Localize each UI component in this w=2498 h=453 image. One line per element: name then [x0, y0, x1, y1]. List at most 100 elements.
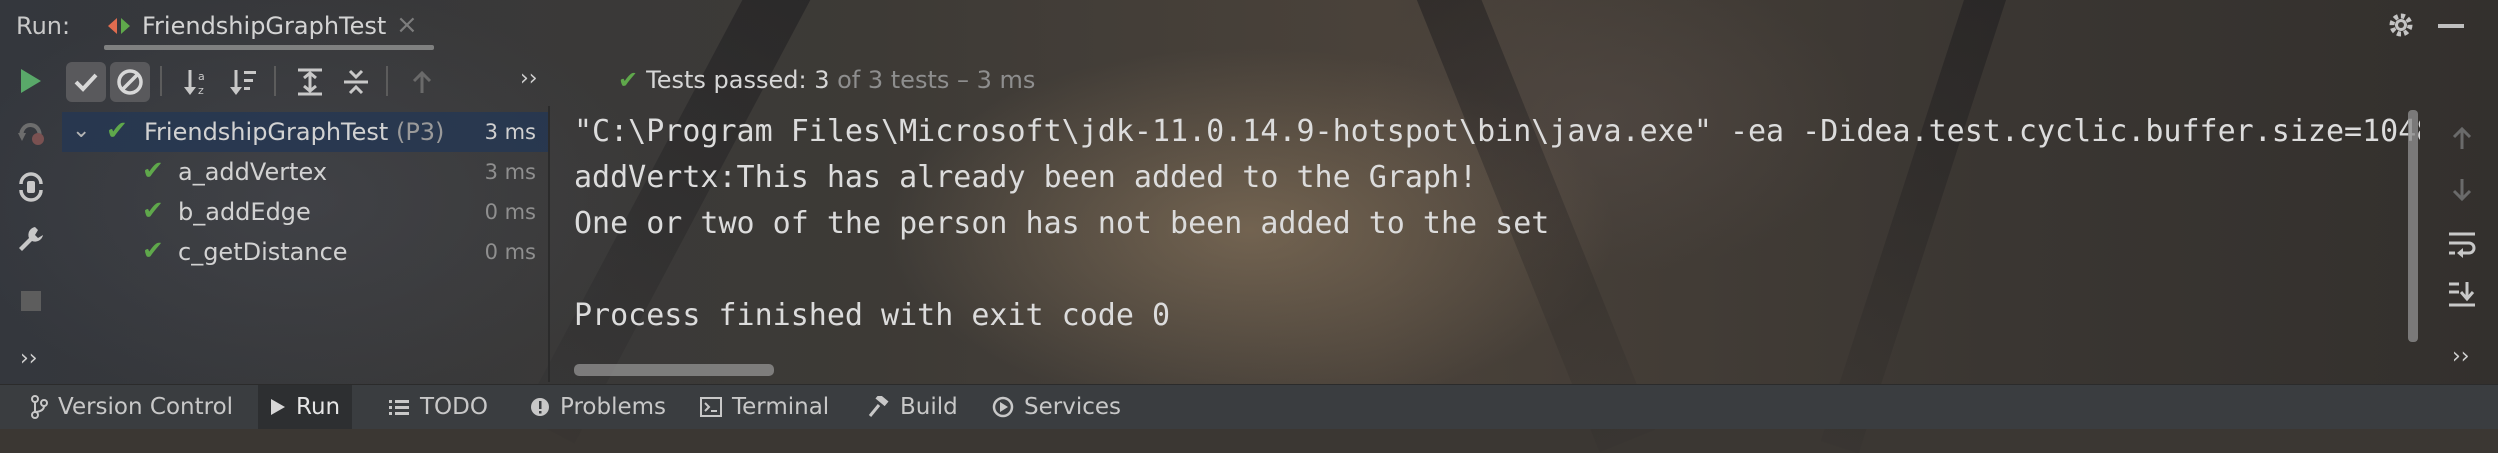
services-icon [992, 396, 1014, 418]
auto-test-icon [19, 172, 43, 202]
test-name: a_addVertex [178, 158, 328, 186]
tool-window-terminal[interactable]: Terminal [688, 385, 841, 429]
tab-active-underline [104, 45, 434, 50]
scroll-up-button[interactable] [2444, 120, 2480, 156]
console-horizontal-scrollbar[interactable] [574, 364, 774, 376]
more-actions-icon[interactable]: ›› [20, 346, 38, 371]
scroll-to-end-button[interactable] [2444, 276, 2480, 312]
check-icon [74, 73, 98, 92]
tool-window-label: Build [900, 394, 958, 420]
run-config-tab[interactable]: FriendshipGraphTest × [104, 0, 434, 54]
arrow-up-icon [412, 70, 432, 93]
expand-all-icon [298, 68, 322, 96]
passed-check-icon: ✔ [106, 116, 128, 146]
tree-test-row[interactable]: ✔ a_addVertex 3 ms [62, 152, 548, 192]
test-tree: ⌄ ✔ FriendshipGraphTest (P3) 3 ms ✔ a_ad… [62, 110, 548, 380]
tool-window-label: Problems [560, 394, 667, 420]
test-status: ✔ Tests passed: 3 of 3 tests – 3 ms [618, 66, 1035, 94]
tool-window-services[interactable]: Services [980, 385, 1133, 429]
run-label: Run: [16, 12, 71, 40]
tool-window-label: Run [296, 394, 341, 420]
show-passed-button[interactable] [66, 62, 106, 102]
console-line: "C:\Program Files\Microsoft\jdk-11.0.14.… [574, 114, 2420, 149]
soft-wrap-button[interactable] [2444, 226, 2480, 262]
tool-window-label: Services [1024, 394, 1121, 420]
tool-window-label: TODO [420, 394, 488, 420]
toolbar-separator [274, 66, 276, 96]
wrench-icon [19, 227, 43, 251]
scroll-down-button[interactable] [2444, 172, 2480, 208]
hammer-icon [868, 396, 889, 417]
tool-window-label: Version Control [58, 394, 234, 420]
tree-test-row[interactable]: ✔ b_addEdge 0 ms [62, 192, 548, 232]
arrow-up-icon [2452, 126, 2472, 149]
status-prefix: Tests passed: [646, 66, 807, 94]
console-line: Process finished with exit code 0 [574, 298, 1171, 333]
svg-text:a: a [198, 70, 205, 83]
svg-text:z: z [198, 84, 204, 97]
tree-root-row[interactable]: ⌄ ✔ FriendshipGraphTest (P3) 3 ms [62, 112, 548, 152]
left-toolbar: ›› [0, 58, 62, 380]
test-class-label: FriendshipGraphTest [144, 118, 389, 146]
scroll-to-end-icon [2449, 282, 2475, 307]
expand-all-button[interactable] [290, 62, 330, 102]
chevron-down-icon[interactable]: ⌄ [72, 118, 90, 143]
toolbar-separator [160, 66, 162, 96]
tool-window-bar: Version Control Run TODO Problems Termin… [0, 384, 2498, 429]
passed-check-icon: ✔ [142, 196, 164, 226]
console-line: One or two of the person has not been ad… [574, 206, 1550, 241]
play-icon [271, 399, 285, 415]
test-time: 0 ms [484, 240, 536, 264]
passed-check-icon: ✔ [618, 66, 639, 94]
tool-window-run[interactable]: Run [258, 385, 353, 429]
rerun-failed-button[interactable] [14, 116, 48, 150]
settings-wrench-button[interactable] [14, 222, 48, 256]
soft-wrap-icon [2449, 232, 2476, 258]
show-ignored-button[interactable] [110, 62, 150, 102]
status-passed-count: 3 [814, 66, 830, 94]
more-actions-icon[interactable]: ›› [2452, 344, 2470, 369]
more-toolbar-actions-icon[interactable]: ›› [520, 66, 538, 91]
passed-check-icon: ✔ [142, 236, 164, 266]
rerun-failed-icon [18, 123, 44, 145]
sort-alphabetically-button[interactable]: a z [178, 62, 218, 102]
status-rest: of 3 tests – 3 ms [837, 66, 1036, 94]
tool-window-problems[interactable]: Problems [518, 385, 678, 429]
tool-window-build[interactable]: Build [856, 385, 970, 429]
tool-window-version-control[interactable]: Version Control [18, 385, 245, 429]
ignored-icon [117, 69, 143, 95]
branch-icon [31, 395, 48, 419]
test-class-name: FriendshipGraphTest (P3) [144, 118, 444, 146]
stop-button[interactable] [14, 284, 48, 318]
collapse-all-icon [344, 69, 368, 95]
sort-by-duration-button[interactable] [224, 62, 264, 102]
tool-window-todo[interactable]: TODO [376, 385, 500, 429]
terminal-icon [700, 397, 722, 417]
console-line: addVertx:This has already been added to … [574, 160, 1478, 195]
close-tab-icon[interactable]: × [396, 10, 418, 40]
test-package-label: (P3) [395, 118, 445, 146]
passed-check-icon: ✔ [142, 156, 164, 186]
tool-window-label: Terminal [732, 394, 830, 420]
tab-title: FriendshipGraphTest [142, 12, 387, 40]
sort-alpha-icon: a z [184, 70, 205, 97]
minimize-icon[interactable] [2438, 24, 2464, 28]
console-vertical-scrollbar[interactable] [2408, 110, 2418, 342]
collapse-all-button[interactable] [336, 62, 376, 102]
console-output[interactable]: "C:\Program Files\Microsoft\jdk-11.0.14.… [550, 104, 2420, 380]
previous-failed-test-button[interactable] [402, 62, 442, 102]
list-icon [389, 400, 409, 415]
sort-duration-icon [230, 70, 256, 95]
tree-test-row[interactable]: ✔ c_getDistance 0 ms [62, 232, 548, 272]
junit-config-icon [108, 18, 130, 34]
right-toolbar: ›› [2430, 104, 2498, 380]
test-name: c_getDistance [178, 238, 348, 266]
gear-icon[interactable] [2386, 10, 2416, 40]
test-time: 0 ms [484, 200, 536, 224]
toggle-auto-test-button[interactable] [14, 170, 48, 204]
arrow-down-icon [2452, 179, 2472, 202]
play-icon [21, 69, 41, 93]
rerun-button[interactable] [14, 64, 48, 98]
stop-icon [21, 291, 41, 311]
test-time: 3 ms [484, 120, 536, 144]
